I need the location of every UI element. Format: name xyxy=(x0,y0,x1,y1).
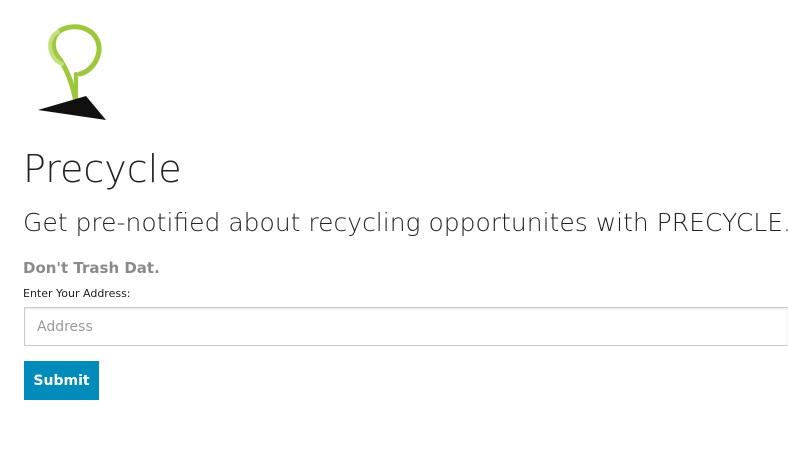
sprout-logo-icon xyxy=(36,22,108,122)
address-label: Enter Your Address: xyxy=(23,287,131,300)
page-title: Precycle xyxy=(23,147,182,191)
address-input[interactable] xyxy=(24,307,788,346)
submit-button[interactable]: Submit xyxy=(24,361,99,400)
page: Precycle Get pre-notified about recyclin… xyxy=(0,0,788,458)
page-subtitle: Get pre-notified about recycling opportu… xyxy=(23,208,788,237)
tagline: Don't Trash Dat. xyxy=(23,259,160,277)
